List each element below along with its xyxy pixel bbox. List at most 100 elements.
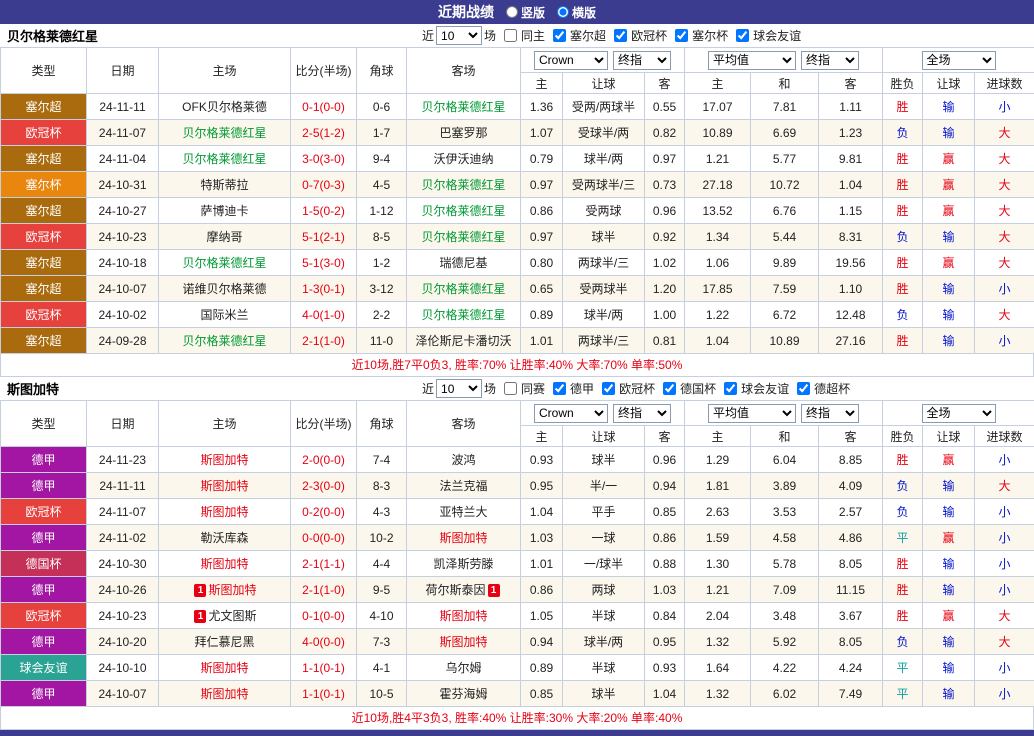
league-filter-label: 德甲	[570, 380, 594, 397]
match-date: 24-10-27	[87, 198, 159, 224]
odds-away: 0.84	[645, 603, 685, 629]
match-date: 24-10-18	[87, 250, 159, 276]
avg-odds-type-select[interactable]: 终指	[801, 51, 859, 70]
summary-text: 近10场,胜7平0负3, 胜率:70% 让胜率:40% 大率:70% 单率:50…	[0, 354, 1034, 377]
odds-type-select[interactable]: 终指	[613, 404, 671, 423]
same-checkbox[interactable]	[504, 382, 517, 395]
league-badge: 塞尔超	[1, 146, 87, 172]
sub-col-header: 客	[645, 73, 685, 94]
average-select[interactable]: 平均值	[708, 404, 796, 423]
fulltime-select[interactable]: 全场	[922, 404, 996, 423]
match-row: 塞尔超24-09-28贝尔格莱德红星2-1(1-0)11-0泽伦斯尼卡潘切沃1.…	[1, 328, 1034, 354]
result-handicap: 赢	[923, 172, 975, 198]
section-header-bar: 斯图加特近10场同赛德甲欧冠杯德国杯球会友谊德超杯	[0, 377, 1034, 400]
average-select[interactable]: 平均值	[708, 51, 796, 70]
league-filter[interactable]: 塞尔杯	[669, 27, 730, 44]
avg-away: 8.31	[819, 224, 883, 250]
league-checkbox[interactable]	[736, 29, 749, 42]
home-team-name: 萨博迪卡	[200, 204, 248, 218]
match-date: 24-10-26	[87, 577, 159, 603]
league-checkbox[interactable]	[724, 382, 737, 395]
result-goals: 大	[975, 120, 1034, 146]
league-checkbox[interactable]	[602, 382, 615, 395]
odds-home: 0.79	[521, 146, 563, 172]
avg-selects: 平均值终指	[685, 404, 882, 423]
odds-handicap: 球半/两	[563, 146, 645, 172]
result-goals: 大	[975, 172, 1034, 198]
result-handicap: 赢	[923, 198, 975, 224]
games-label: 场	[484, 380, 496, 397]
corners: 7-3	[357, 629, 407, 655]
bookmaker-select[interactable]: Crown	[534, 404, 608, 423]
result-handicap: 输	[923, 120, 975, 146]
league-badge: 德甲	[1, 525, 87, 551]
same-filter[interactable]: 同主	[498, 27, 547, 44]
league-badge: 塞尔超	[1, 198, 87, 224]
league-checkbox[interactable]	[553, 29, 566, 42]
bottom-divider	[0, 730, 1034, 736]
away-team-name: 斯图加特	[439, 531, 487, 545]
avg-odds-type-select[interactable]: 终指	[801, 404, 859, 423]
fulltime-select[interactable]: 全场	[922, 51, 996, 70]
col-header: 角球	[357, 48, 407, 94]
vertical-radio[interactable]	[506, 6, 518, 18]
avg-away: 4.24	[819, 655, 883, 681]
league-filter[interactable]: 欧冠杯	[608, 27, 669, 44]
recent-count-select[interactable]: 10	[436, 379, 482, 398]
layout-option-horizontal[interactable]: 横版	[557, 4, 596, 21]
result-goals: 小	[975, 577, 1034, 603]
result-outcome: 胜	[883, 551, 923, 577]
same-checkbox[interactable]	[504, 29, 517, 42]
odds-home: 0.86	[521, 198, 563, 224]
away-team-name: 沃伊沃迪纳	[433, 152, 493, 166]
league-filter[interactable]: 欧冠杯	[596, 380, 657, 397]
away-team: 乌尔姆	[407, 655, 521, 681]
odds-type-select[interactable]: 终指	[613, 51, 671, 70]
result-outcome: 胜	[883, 172, 923, 198]
match-date: 24-09-28	[87, 328, 159, 354]
layout-option-vertical[interactable]: 竖版	[506, 4, 545, 21]
league-badge: 塞尔超	[1, 94, 87, 120]
league-filter[interactable]: 德甲	[547, 380, 596, 397]
away-team-name: 法兰克福	[439, 479, 487, 493]
league-checkbox[interactable]	[675, 29, 688, 42]
league-filter[interactable]: 德超杯	[791, 380, 852, 397]
odds-away: 0.85	[645, 499, 685, 525]
odds-away: 0.96	[645, 447, 685, 473]
league-filter[interactable]: 球会友谊	[730, 27, 803, 44]
avg-away: 4.86	[819, 525, 883, 551]
away-team: 法兰克福	[407, 473, 521, 499]
league-badge: 欧冠杯	[1, 120, 87, 146]
result-handicap: 赢	[923, 146, 975, 172]
fulltime-selects: 全场	[883, 404, 1034, 423]
league-checkbox[interactable]	[614, 29, 627, 42]
recent-count-select[interactable]: 10	[436, 26, 482, 45]
horizontal-radio[interactable]	[557, 6, 569, 18]
match-date: 24-10-07	[87, 276, 159, 302]
league-checkbox[interactable]	[797, 382, 810, 395]
home-team-name: 斯图加特	[200, 453, 248, 467]
home-team: 斯图加特	[159, 655, 291, 681]
league-filter[interactable]: 德国杯	[657, 380, 718, 397]
bookmaker-select[interactable]: Crown	[534, 51, 608, 70]
home-team-name: 贝尔格莱德红星	[182, 256, 266, 270]
result-outcome: 胜	[883, 577, 923, 603]
league-checkbox[interactable]	[663, 382, 676, 395]
home-team-name: 尤文图斯	[208, 609, 256, 623]
away-team-name: 凯泽斯劳滕	[433, 557, 493, 571]
league-checkbox[interactable]	[553, 382, 566, 395]
same-filter[interactable]: 同赛	[498, 380, 547, 397]
avg-away: 12.48	[819, 302, 883, 328]
corners: 4-1	[357, 655, 407, 681]
away-team: 贝尔格莱德红星	[407, 172, 521, 198]
odds-away: 0.92	[645, 224, 685, 250]
avg-away: 27.16	[819, 328, 883, 354]
score: 2-5(1-2)	[291, 120, 357, 146]
avg-draw: 4.58	[751, 525, 819, 551]
match-row: 欧冠杯24-10-231尤文图斯0-1(0-0)4-10斯图加特1.05半球0.…	[1, 603, 1034, 629]
result-handicap: 输	[923, 473, 975, 499]
avg-draw: 6.02	[751, 681, 819, 707]
league-filter[interactable]: 塞尔超	[547, 27, 608, 44]
league-filter[interactable]: 球会友谊	[718, 380, 791, 397]
home-team-name: 斯图加特	[208, 583, 256, 597]
